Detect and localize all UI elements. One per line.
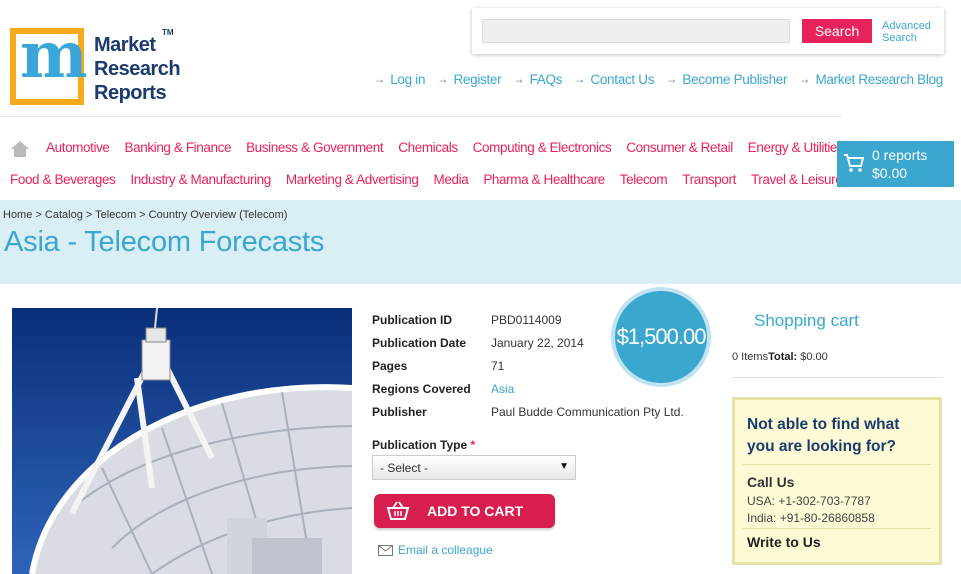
arrow-icon: ➙ bbox=[668, 76, 676, 86]
category-banking-finance[interactable]: Banking & Finance bbox=[125, 140, 232, 155]
category-food-beverages[interactable]: Food & Beverages bbox=[10, 172, 116, 187]
dropdown-arrow-icon: ▼ bbox=[559, 461, 569, 472]
shopping-cart-summary: 0 ItemsTotal: $0.00 bbox=[732, 351, 828, 363]
banner-wave bbox=[0, 276, 961, 282]
category-pharma-healthcare[interactable]: Pharma & Healthcare bbox=[483, 172, 605, 187]
category-industry-manufacturing[interactable]: Industry & Manufacturing bbox=[130, 172, 271, 187]
india-phone: India: +91-80-26860858 bbox=[747, 511, 875, 525]
arrow-icon: ➙ bbox=[375, 76, 384, 86]
email-colleague-link[interactable]: Email a colleague bbox=[378, 543, 493, 557]
arrow-icon: ➙ bbox=[515, 76, 523, 86]
category-chemicals[interactable]: Chemicals bbox=[398, 140, 458, 155]
cart-report-count: 0 reports bbox=[872, 147, 928, 163]
call-us-heading: Call Us bbox=[747, 474, 795, 490]
category-media[interactable]: Media bbox=[434, 172, 469, 187]
category-nav-row-2: Food & Beverages Industry & Manufacturin… bbox=[10, 172, 843, 187]
write-to-us-link[interactable]: Write to Us bbox=[747, 534, 821, 550]
add-to-cart-button[interactable]: ADD TO CART bbox=[374, 494, 555, 528]
category-business-government[interactable]: Business & Government bbox=[246, 140, 384, 155]
top-links: ➙ Log in ➙ Register ➙ FAQs ➙ Contact Us ➙ Bec… bbox=[376, 72, 943, 87]
publication-type-label: Publication Type * bbox=[372, 438, 476, 452]
required-marker: * bbox=[470, 438, 476, 452]
arrow-icon: ➙ bbox=[801, 76, 809, 86]
arrow-icon: ➙ bbox=[576, 76, 584, 86]
breadcrumb: Home > Catalog > Telecom > Country Overv… bbox=[3, 209, 288, 221]
breadcrumb-catalog[interactable]: Catalog bbox=[45, 209, 83, 221]
category-marketing-advertising[interactable]: Marketing & Advertising bbox=[286, 172, 419, 187]
shopping-cart-title: Shopping cart bbox=[754, 311, 859, 330]
category-computing-electronics[interactable]: Computing & Electronics bbox=[473, 140, 612, 155]
help-title: Not able to find what you are looking fo… bbox=[747, 416, 900, 455]
category-telecom[interactable]: Telecom bbox=[620, 172, 668, 187]
logo-mark: m bbox=[10, 24, 88, 105]
search-panel: Search Advanced Search bbox=[472, 8, 944, 54]
search-input[interactable] bbox=[482, 19, 790, 43]
basket-icon bbox=[386, 501, 410, 520]
page-title: Asia - Telecom Forecasts bbox=[4, 226, 325, 258]
category-travel-leisure[interactable]: Travel & Leisure bbox=[751, 172, 843, 187]
region-asia-link[interactable]: Asia bbox=[491, 382, 514, 396]
blog-link[interactable]: Market Research Blog bbox=[815, 72, 943, 87]
login-link[interactable]: Log in bbox=[390, 72, 425, 87]
logo-wordmark: Market Research Reports bbox=[94, 34, 181, 104]
detail-row-publisher: Publisher Paul Budde Communication Pty L… bbox=[372, 404, 684, 419]
home-icon[interactable] bbox=[10, 140, 30, 158]
site-logo[interactable]: m Market Research Reports TM bbox=[10, 24, 185, 108]
pages-value: 71 bbox=[491, 358, 505, 373]
category-nav-row-1: Automotive Banking & Finance Business & … bbox=[46, 140, 844, 155]
category-automotive[interactable]: Automotive bbox=[46, 140, 110, 155]
shopping-cart-icon bbox=[844, 154, 865, 172]
breadcrumb-telecom[interactable]: Telecom bbox=[95, 209, 136, 221]
product-image bbox=[12, 308, 352, 574]
advanced-search-link[interactable]: Advanced Search bbox=[882, 20, 931, 44]
category-transport[interactable]: Transport bbox=[682, 172, 736, 187]
header-cart-button[interactable]: 0 reports $0.00 bbox=[837, 141, 954, 187]
shopping-cart-divider bbox=[732, 377, 943, 378]
publisher-value: Paul Budde Communication Pty Ltd. bbox=[491, 404, 684, 419]
usa-phone: USA: +1-302-703-7787 bbox=[747, 494, 871, 508]
publication-date-value: January 22, 2014 bbox=[491, 335, 584, 350]
become-publisher-link[interactable]: Become Publisher bbox=[682, 72, 787, 87]
help-box: Not able to find what you are looking fo… bbox=[732, 397, 942, 565]
register-link[interactable]: Register bbox=[453, 72, 501, 87]
publication-id-value: PBD0114009 bbox=[491, 312, 562, 327]
mail-icon bbox=[378, 544, 393, 556]
price-badge: $1,500.00 bbox=[611, 287, 711, 387]
nav-divider bbox=[0, 116, 842, 117]
category-consumer-retail[interactable]: Consumer & Retail bbox=[626, 140, 733, 155]
breadcrumb-home[interactable]: Home bbox=[3, 209, 32, 221]
category-energy-utilities[interactable]: Energy & Utilities bbox=[748, 140, 844, 155]
breadcrumb-current: Country Overview (Telecom) bbox=[148, 209, 288, 221]
arrow-icon: ➙ bbox=[439, 76, 447, 86]
cart-total: $0.00 bbox=[872, 165, 908, 181]
contact-us-link[interactable]: Contact Us bbox=[590, 72, 654, 87]
faqs-link[interactable]: FAQs bbox=[530, 72, 563, 87]
trademark-mark: TM bbox=[162, 28, 174, 37]
search-button[interactable]: Search bbox=[802, 19, 872, 43]
logo-letter: m bbox=[20, 18, 88, 93]
publication-type-select[interactable]: - Select - ▼ bbox=[372, 455, 576, 480]
